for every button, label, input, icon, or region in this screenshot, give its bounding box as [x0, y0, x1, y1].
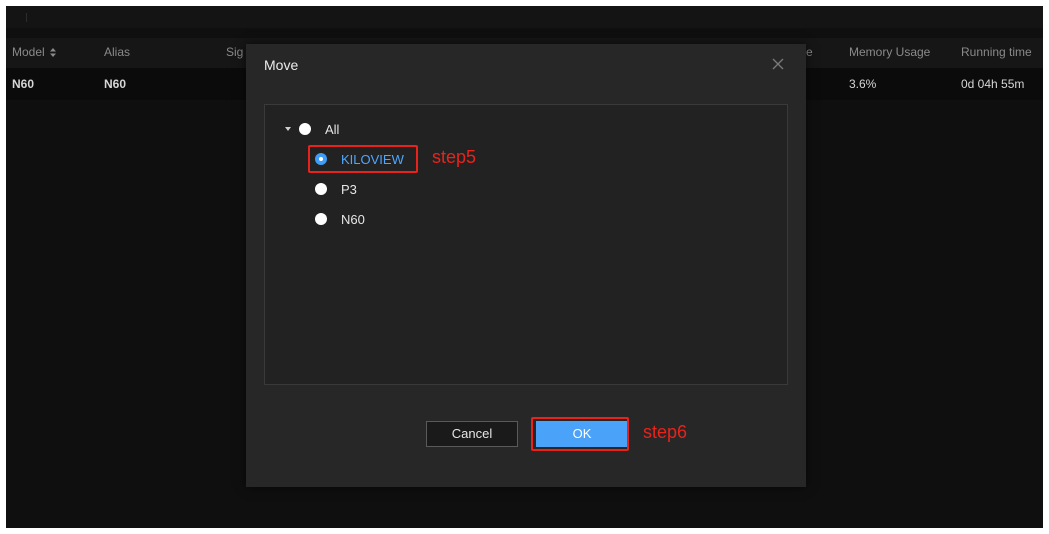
ok-button[interactable]: OK — [536, 421, 628, 447]
app-screen: Model Alias Sig e Memory Usage Running t… — [6, 6, 1043, 528]
cancel-button[interactable]: Cancel — [426, 421, 518, 447]
radio-checked-icon[interactable] — [315, 153, 327, 165]
tree-node-label: P3 — [341, 181, 357, 197]
step6-annotation: step6 — [643, 422, 688, 442]
tree-node-n60[interactable]: N60 — [315, 208, 365, 230]
radio-icon[interactable] — [315, 213, 327, 225]
modal-overlay: Move All KILOVIEW P3 N60 step5 Cancel OK… — [6, 6, 1043, 528]
close-icon[interactable] — [768, 54, 788, 74]
tree-node-kiloview[interactable]: KILOVIEW — [315, 148, 404, 170]
tree-node-p3[interactable]: P3 — [315, 178, 357, 200]
dialog-title: Move — [264, 57, 299, 73]
move-dialog: Move All KILOVIEW P3 N60 step5 Cancel OK… — [246, 44, 806, 487]
tree-node-label: All — [325, 121, 340, 137]
tree-node-label: KILOVIEW — [341, 151, 404, 167]
radio-icon[interactable] — [315, 183, 327, 195]
step5-annotation: step5 — [432, 147, 477, 167]
tree-node-all[interactable]: All — [283, 118, 339, 140]
tree-node-label: N60 — [341, 211, 365, 227]
radio-icon[interactable] — [299, 123, 311, 135]
caret-down-icon[interactable] — [283, 124, 293, 134]
group-tree-panel: All KILOVIEW P3 N60 step5 — [264, 104, 788, 385]
